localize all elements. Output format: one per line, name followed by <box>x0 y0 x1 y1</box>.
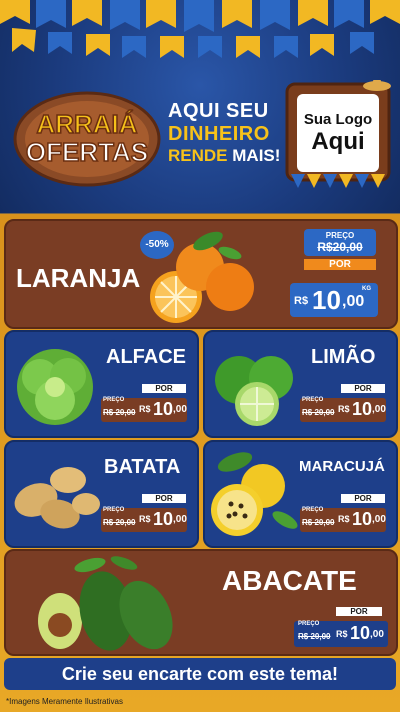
preco-box: PREÇO R$20,00 <box>304 229 376 256</box>
discount-badge: -50% <box>140 231 174 259</box>
product-card-laranja: LARANJA -50% PREÇO R$20,00 POR R$ 10 ,00… <box>4 219 398 329</box>
product-card-batata: BATATA POR PREÇO R$ 20,00 R$ 10 ,00 <box>4 440 199 548</box>
product-card-limao: LIMÃO POR PREÇO R$ 20,00 R$ 10 ,00 <box>203 330 398 438</box>
old-price: R$ 20,00 <box>302 408 335 417</box>
price-box: PREÇO R$ 20,00 R$ 10 ,00 <box>101 507 187 532</box>
price-cents: ,00 <box>173 404 187 415</box>
por-label: POR <box>142 494 186 503</box>
product-name: ABACATE <box>222 565 357 596</box>
old-price: R$ 20,00 <box>302 518 335 527</box>
avocado-icon <box>38 556 173 651</box>
price-tag: PREÇO R$20,00 POR <box>304 229 376 270</box>
preco-label: PREÇO <box>302 507 324 513</box>
headline-line1: AQUI SEU <box>168 100 269 122</box>
preco-label: PREÇO <box>298 621 320 627</box>
discount-value: -50% <box>145 239 169 250</box>
price-integer: 10 <box>153 399 174 419</box>
potato-icon <box>14 467 100 529</box>
lettuce-icon <box>17 349 93 425</box>
logo-line2: Aqui <box>311 127 365 155</box>
price-integer: 10 <box>312 285 341 315</box>
currency: R$ <box>139 404 151 414</box>
passion-fruit-icon <box>211 452 298 536</box>
price-box: PREÇO R$ 20,00 R$ 10 ,00 <box>300 397 386 422</box>
preco-label: PREÇO <box>103 507 125 513</box>
preco-label: PREÇO <box>103 397 125 403</box>
headline-line2: DINHEIRO <box>168 123 270 145</box>
por-label: POR <box>341 384 385 393</box>
currency: R$ <box>294 295 309 307</box>
unit: KG <box>362 286 371 292</box>
product-name: LARANJA <box>16 263 141 293</box>
old-price: R$ 20,00 <box>298 632 331 641</box>
product-card-alface: ALFACE POR PREÇO R$ 20,00 R$ 10 ,00 <box>4 330 199 438</box>
product-name: BATATA <box>104 456 181 478</box>
price-box: PREÇO R$ 20,00 R$ 10 ,00 <box>101 397 187 422</box>
bunting-flags <box>0 0 400 58</box>
svg-text:OFERTAS: OFERTAS <box>26 137 148 167</box>
preco-label: PREÇO <box>302 397 324 403</box>
price-cents: ,00 <box>372 404 386 415</box>
cta-banner[interactable]: Crie seu encarte com este tema! <box>4 658 396 690</box>
price-cents: ,00 <box>372 514 386 525</box>
price-integer: 10 <box>153 509 174 529</box>
currency: R$ <box>139 514 151 524</box>
headline-line3: RENDE MAIS! <box>168 146 286 166</box>
product-name: MARACUJÁ <box>299 458 385 475</box>
por-label: POR <box>341 494 385 503</box>
new-price-box: R$ 10 ,00 KG <box>290 283 378 317</box>
old-price: R$ 20,00 <box>103 408 136 417</box>
flyer: ARRAIÁ OFERTAS AQUI SEU DINHEIRO RENDE M… <box>0 0 400 712</box>
headline: AQUI SEU DINHEIRO RENDE MAIS! <box>168 100 286 166</box>
price-integer: 10 <box>350 623 371 643</box>
price-integer: 10 <box>352 399 373 419</box>
product-name: LIMÃO <box>311 346 376 368</box>
disclaimer: *Imagens Meramente Ilustrativas <box>6 697 123 706</box>
product-name: ALFACE <box>106 346 186 368</box>
price-box: PREÇO R$ 20,00 R$ 10 ,00 <box>294 621 388 647</box>
por-label: POR <box>336 607 382 616</box>
preco-label: PREÇO <box>325 231 355 240</box>
cta-text: Crie seu encarte com este tema! <box>61 664 339 684</box>
headline-rende: RENDE <box>168 146 228 165</box>
por-label: POR <box>142 384 186 393</box>
currency: R$ <box>338 514 350 524</box>
price-cents: ,00 <box>173 514 187 525</box>
logo-line1: Sua Logo <box>303 110 373 128</box>
product-card-maracuja: MARACUJÁ POR PREÇO R$ 20,00 R$ 10 ,00 <box>203 440 398 548</box>
arraia-ofertas-logo: ARRAIÁ OFERTAS <box>13 91 161 187</box>
logo-board: Sua Logo Aqui <box>285 80 391 190</box>
price-box: PREÇO R$ 20,00 R$ 10 ,00 <box>300 507 386 532</box>
logo-placeholder: Sua Logo Aqui <box>297 94 379 172</box>
headline-mais: MAIS! <box>232 146 281 165</box>
price-cents: ,00 <box>342 293 365 310</box>
lime-icon <box>215 356 293 426</box>
price-cents: ,00 <box>370 629 384 640</box>
product-card-abacate: ABACATE POR PREÇO R$ 20,00 R$ 10 ,00 <box>4 549 398 656</box>
price-integer: 10 <box>352 509 373 529</box>
currency: R$ <box>336 629 348 639</box>
old-price: R$20,00 <box>317 240 363 254</box>
currency: R$ <box>338 404 350 414</box>
por-label: POR <box>304 259 376 270</box>
svg-text:ARRAIÁ: ARRAIÁ <box>36 109 137 139</box>
old-price: R$ 20,00 <box>103 518 136 527</box>
